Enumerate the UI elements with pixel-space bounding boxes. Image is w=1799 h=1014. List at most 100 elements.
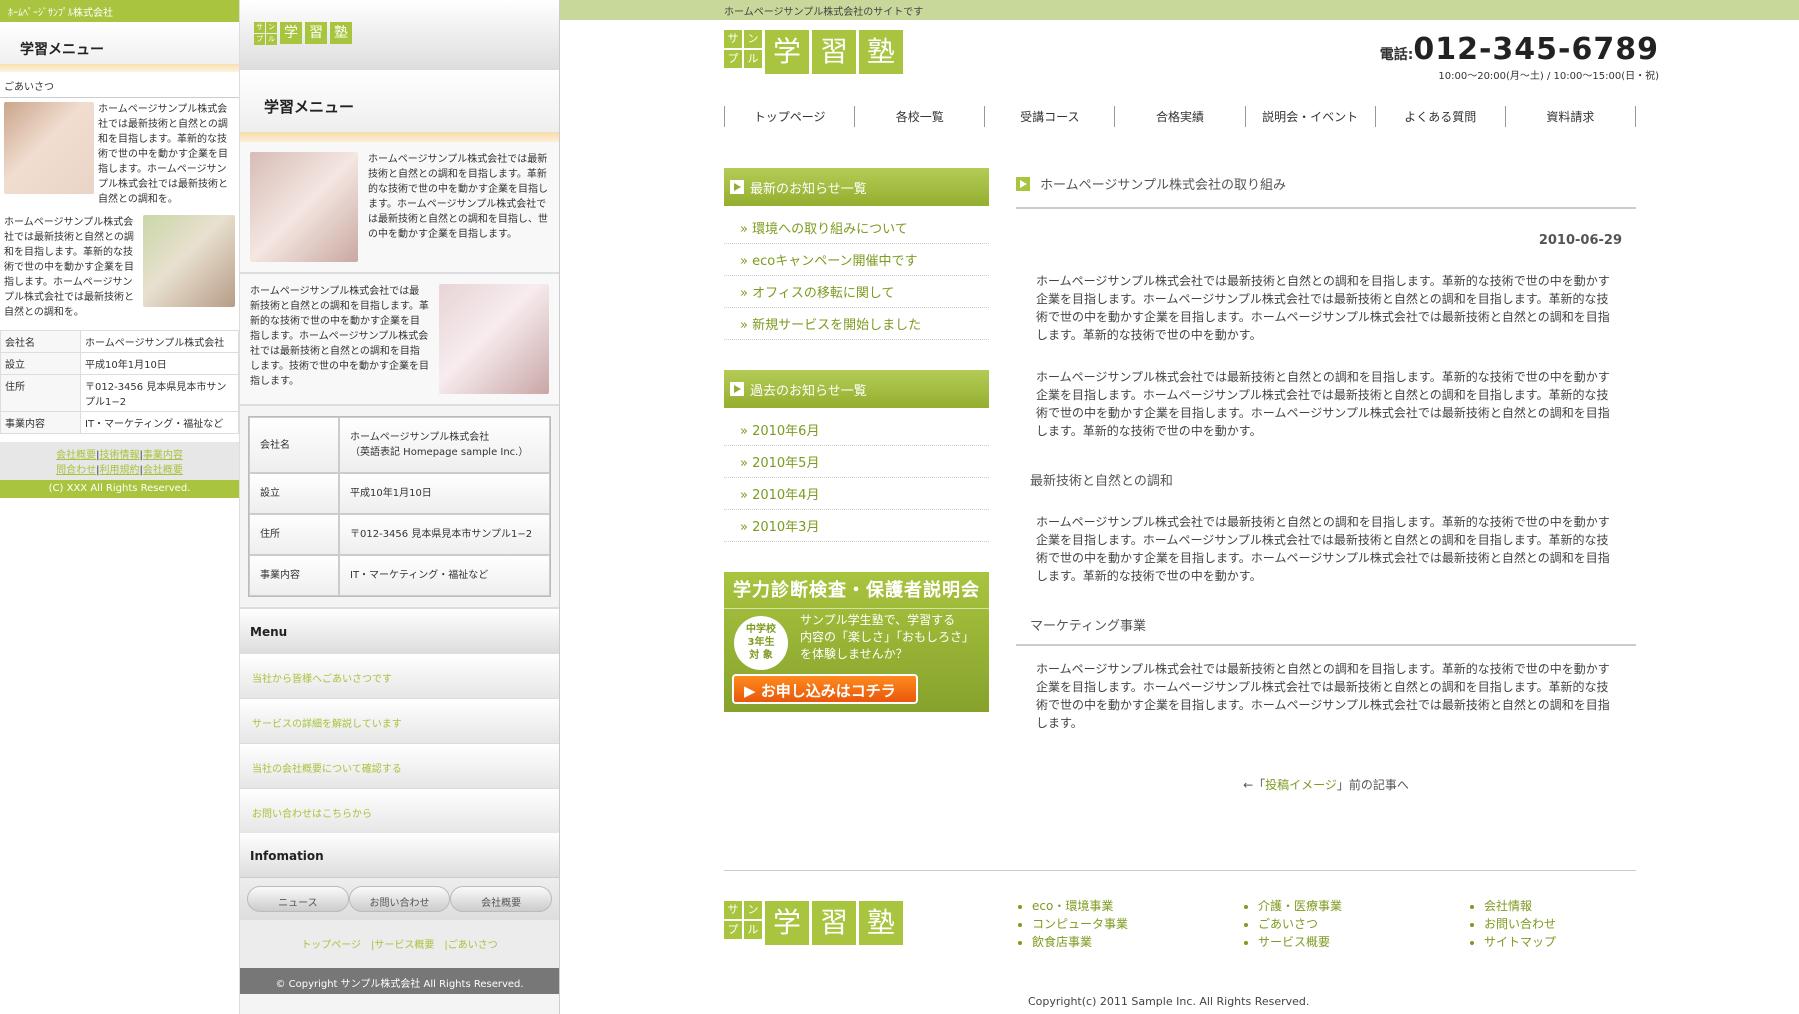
logo[interactable]: サンプル 学習塾 — [724, 30, 903, 74]
menu-item[interactable]: 当社の会社概要について確認する — [240, 743, 559, 788]
footer-link[interactable]: 会社情報 — [1484, 897, 1636, 915]
news-link[interactable]: ecoキャンペーン開催中です — [724, 244, 989, 276]
prev-post-link[interactable]: 投稿イメージ — [1265, 778, 1337, 792]
footer-link[interactable]: お問い合わせ — [1484, 915, 1636, 933]
copyright: (C) XXX All Rights Reserved. — [0, 480, 239, 498]
global-nav: トップページ 各校一覧 受講コース 合格実績 説明会・イベント よくある質問 資… — [724, 106, 1636, 127]
nav-schools[interactable]: 各校一覧 — [855, 106, 986, 127]
menu-title: 学習メニュー — [240, 70, 559, 132]
footer-link[interactable]: ごあいさつ — [1258, 915, 1410, 933]
archive-link[interactable]: 2010年6月 — [724, 414, 989, 446]
link-business[interactable]: 事業内容 — [143, 450, 183, 461]
site-tagline: ホームページサンプル株式会社のサイトです — [560, 0, 1799, 20]
apply-button[interactable]: ▶ お申し込みはコチラ — [732, 674, 918, 704]
nav-faq[interactable]: よくある質問 — [1376, 106, 1506, 127]
mobile-preview-2: サンプル 学習塾 学習メニュー ホームページサンプル株式会社では最新技術と自然と… — [240, 0, 560, 1014]
block-text: ホームページサンプル株式会社では最新技術と自然との調和を目指します。革新的な技術… — [368, 154, 548, 240]
table-row: 事業内容 IT・マーケティング・福祉など — [249, 555, 550, 596]
nav-results[interactable]: 合格実績 — [1115, 106, 1246, 127]
article-date: 2010-06-29 — [1538, 233, 1622, 248]
triangle-icon — [730, 382, 744, 396]
desktop-preview: ホームページサンプル株式会社のサイトです サンプル 学習塾 電話:012-345… — [560, 0, 1799, 1014]
mobile-preview-1: ﾎｰﾑﾍﾟｰｼﾞｻﾝﾌﾟﾙ株式会社 学習メニュー ごあいさつ ホームページサンプ… — [0, 0, 240, 1014]
phone-hours: 10:00〜20:00(月〜土) / 10:00〜15:00(日・祝) — [1438, 71, 1659, 82]
content-block: ホームページサンプル株式会社では最新技術と自然との調和を目指します。革新的な技術… — [240, 274, 559, 406]
footer-links[interactable]: トップページ |サービス概要 |ごあいさつ — [240, 920, 559, 968]
footer-link[interactable]: コンピュータ事業 — [1032, 915, 1184, 933]
company-button[interactable]: 会社概要 — [450, 886, 553, 912]
link-contact[interactable]: 問合わせ — [56, 465, 96, 476]
menu-item[interactable]: お問い合わせはこちらから — [240, 788, 559, 833]
company-table: 会社名 ホームページサンプル株式会社 設立 平成10年1月10日 住所 〒012-34… — [0, 330, 239, 434]
copyright: © Copyright サンプル株式会社 All Rights Reserved… — [240, 968, 559, 994]
archive-link[interactable]: 2010年3月 — [724, 510, 989, 542]
prev-post: ←「投稿イメージ」前の記事へ — [1243, 778, 1409, 792]
footer: サンプル 学習塾 eco・環境事業コンピュータ事業飲食店事業 介護・医療事業ごあ… — [724, 870, 1636, 1008]
link-company-2[interactable]: 会社概要 — [143, 465, 183, 476]
footer-links: 会社概要|技術情報|事業内容 問合わせ|利用規約|会社概要 — [0, 442, 239, 480]
news-link[interactable]: 環境への取り組みについて — [724, 212, 989, 244]
table-row: 会社名 ホームページサンプル株式会社 （英語表記 Homepage sample … — [249, 417, 550, 473]
logo-bar: サンプル 学習塾 — [240, 0, 559, 70]
subheading: 最新技術と自然との調和 — [1030, 474, 1173, 489]
paragraph: ホームページサンプル株式会社では最新技術と自然との調和を目指します。革新的な技術… — [1036, 515, 1610, 583]
woman-photo — [4, 102, 94, 194]
target-badge: 中学校 3年生 対 象 — [734, 616, 788, 670]
article-title: ホームページサンプル株式会社の取り組み — [1016, 168, 1636, 209]
menu-item[interactable]: 当社から皆様へごあいさつです — [240, 653, 559, 698]
phone-number: 012-345-6789 — [1413, 32, 1659, 67]
link-terms[interactable]: 利用規約 — [100, 465, 140, 476]
footer-link[interactable]: 飲食店事業 — [1032, 933, 1184, 951]
block-text: ホームページサンプル株式会社では最新技術と自然との調和を目指します。革新的な技術… — [4, 217, 134, 318]
nav-request[interactable]: 資料請求 — [1506, 106, 1636, 127]
nav-events[interactable]: 説明会・イベント — [1246, 106, 1376, 127]
table-row: 会社名 ホームページサンプル株式会社 — [0, 330, 239, 353]
table-row: 住所 〒012-3456 見本県見本市サンプル1−2 — [0, 374, 239, 412]
news-link[interactable]: 新規サービスを開始しました — [724, 308, 989, 340]
block-text: ホームページサンプル株式会社では最新技術と自然との調和を目指します。革新的な技術… — [98, 104, 228, 205]
table-row: 事業内容 IT・マーケティング・福祉など — [0, 411, 239, 434]
divider — [0, 64, 239, 72]
woman-photo — [439, 284, 549, 394]
triangle-icon — [730, 180, 744, 194]
past-news-heading: 過去のお知らせ一覧 — [724, 370, 989, 408]
news-button[interactable]: ニュース — [247, 886, 349, 912]
footer-link[interactable]: サービス概要 — [1258, 933, 1410, 951]
banner-text: サンプル学生塾で、学習する 内容の「楽しさ」「おもしろさ」 を体験しませんか？ — [800, 613, 975, 661]
triangle-icon — [1016, 176, 1030, 191]
phone-info: 電話:012-345-6789 10:00〜20:00(月〜土) / 10:00… — [1379, 32, 1659, 82]
nav-top[interactable]: トップページ — [725, 106, 856, 127]
content-block: ホームページサンプル株式会社では最新技術と自然との調和を目指します。革新的な技術… — [0, 98, 239, 211]
subheading: マーケティング事業 — [1016, 585, 1636, 646]
block-text: ホームページサンプル株式会社では最新技術と自然との調和を目指します。革新的な技術… — [250, 286, 429, 387]
link-company[interactable]: 会社概要 — [56, 450, 96, 461]
table-row: 設立 平成10年1月10日 — [249, 473, 550, 514]
event-banner[interactable]: 学力診断検査・保護者説明会 中学校 3年生 対 象 サンプル学生塾で、学習する … — [724, 572, 989, 712]
copyright: Copyright(c) 2011 Sample Inc. All Rights… — [1028, 995, 1310, 1008]
footer-link[interactable]: サイトマップ — [1484, 933, 1636, 951]
table-row: 設立 平成10年1月10日 — [0, 352, 239, 375]
archive-link[interactable]: 2010年5月 — [724, 446, 989, 478]
footer-link[interactable]: eco・環境事業 — [1032, 897, 1184, 915]
logo[interactable]: サンプル 学習塾 — [254, 22, 545, 45]
link-tech[interactable]: 技術情報 — [100, 450, 140, 461]
content-block: ホームページサンプル株式会社では最新技術と自然との調和を目指します。革新的な技術… — [0, 211, 239, 324]
woman-photo — [143, 215, 235, 307]
paragraph: ホームページサンプル株式会社では最新技術と自然との調和を目指します。革新的な技術… — [1036, 370, 1610, 438]
menu-heading: Menu — [240, 609, 559, 653]
paragraph: ホームページサンプル株式会社では最新技術と自然との調和を目指します。革新的な技術… — [1036, 662, 1610, 730]
sidebar: 最新のお知らせ一覧 環境への取り組みについて ecoキャンペーン開催中です オフ… — [724, 168, 989, 712]
content-block: ホームページサンプル株式会社では最新技術と自然との調和を目指します。革新的な技術… — [240, 142, 559, 274]
menu-title: 学習メニュー — [0, 22, 239, 64]
menu-item[interactable]: サービスの詳細を解説しています — [240, 698, 559, 743]
article: ホームページサンプル株式会社の取り組み 2010-06-29 ホームページサンプ… — [1016, 168, 1636, 793]
table-row: 住所 〒012-3456 見本県見本市サンプル1−2 — [249, 514, 550, 555]
greeting-heading: ごあいさつ — [0, 72, 239, 98]
footer-link[interactable]: 介護・医療事業 — [1258, 897, 1410, 915]
archive-link[interactable]: 2010年4月 — [724, 478, 989, 510]
news-link[interactable]: オフィスの移転に関して — [724, 276, 989, 308]
info-heading: Infomation — [240, 833, 559, 877]
banner-title: 学力診断検査・保護者説明会 — [724, 572, 989, 609]
contact-button[interactable]: お問い合わせ — [348, 886, 451, 912]
nav-courses[interactable]: 受講コース — [985, 106, 1116, 127]
